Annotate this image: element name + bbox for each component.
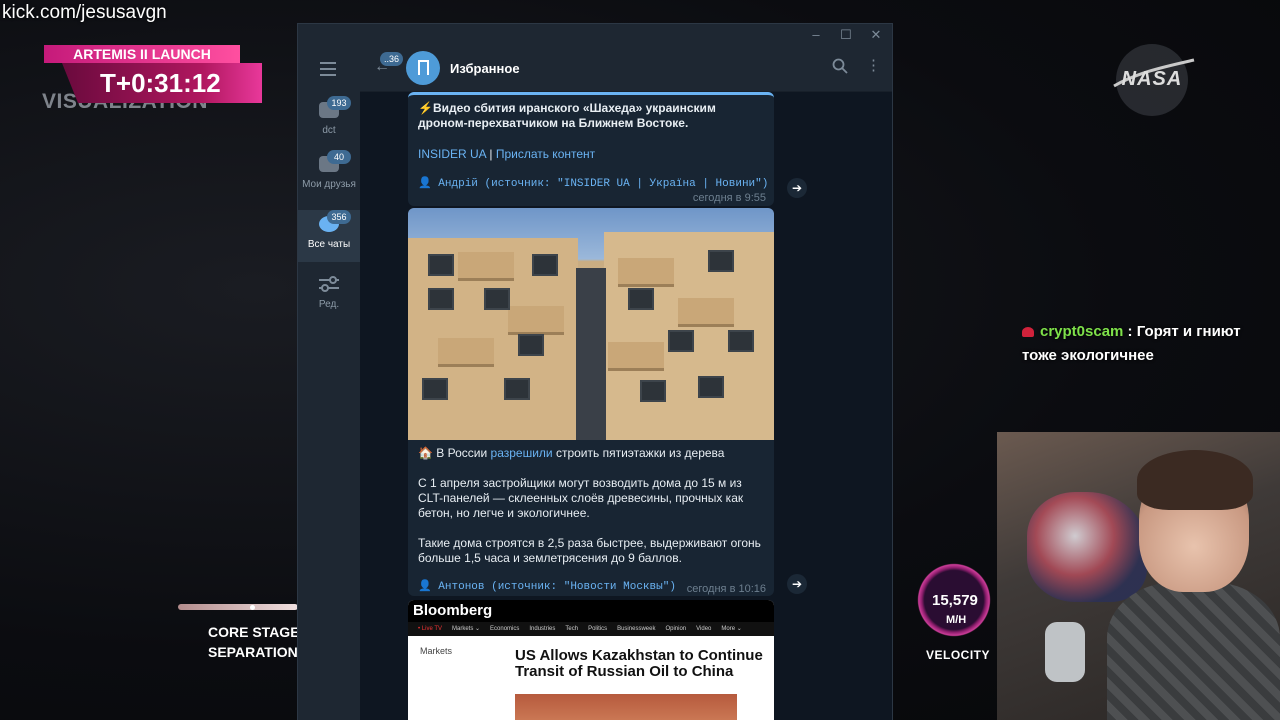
unread-badge: 40 <box>327 150 351 164</box>
insider-ua-link[interactable]: INSIDER UA <box>418 147 486 161</box>
message-paragraph: С 1 апреля застройщики могут возводить д… <box>418 476 744 520</box>
webcam-person-shirt <box>1107 582 1280 720</box>
bookmark-icon <box>418 60 429 75</box>
chat-title[interactable]: Избранное <box>450 61 520 76</box>
bloomberg-nav: • Live TV Markets ⌄ Economics Industries Tec… <box>408 622 774 636</box>
forward-button[interactable]: ➔ <box>787 178 807 198</box>
message-bubble[interactable]: 🏠 В России разрешили строить пятиэтажки … <box>408 208 774 596</box>
folder-all-chats[interactable]: 356 Все чаты <box>298 210 360 262</box>
send-content-link[interactable]: Прислать контент <box>496 147 595 161</box>
maximize-button[interactable]: ☐ <box>838 27 854 43</box>
webcam-flag <box>1027 492 1147 602</box>
folder-dct[interactable]: 193 dct <box>298 96 360 148</box>
link-separator: | <box>486 147 496 161</box>
bloomberg-section: Markets <box>420 646 453 656</box>
unread-badge: 193 <box>327 96 351 110</box>
unread-badge: 356 <box>327 210 351 224</box>
back-unread-badge: ..36 <box>380 52 404 66</box>
velocity-label: VELOCITY <box>926 648 991 662</box>
message-signature: 👤 Андрій (источник: "INSIDER UA | Україн… <box>418 178 769 190</box>
folder-label: dct <box>322 125 336 136</box>
folder-edit[interactable]: Ред. <box>298 270 360 322</box>
webcam-person-hair <box>1137 450 1253 510</box>
folder-sidebar: 193 dct 40 Мои друзья 356 Все чаты Ред. <box>298 46 360 720</box>
stream-url: kick.com/jesusavgn <box>2 2 167 23</box>
telegram-window: – ☐ ✕ 193 dct 40 Мои друзья 356 Все чаты <box>297 23 893 720</box>
photo-building-center <box>576 268 606 440</box>
message-paragraph: Такие дома строятся в 2,5 раза быстрее, … <box>418 536 761 565</box>
close-button[interactable]: ✕ <box>868 27 884 43</box>
minimize-button[interactable]: – <box>808 27 824 43</box>
bloomberg-logo: Bloomberg <box>408 600 774 622</box>
badge-icon <box>1022 327 1034 338</box>
mission-timer: T+0:31:12 <box>62 63 262 103</box>
launch-title: ARTEMIS II LAUNCH <box>44 45 240 63</box>
bloomberg-headline: US Allows Kazakhstan to Continue Transit… <box>515 647 763 680</box>
message-time: сегодня в 9:55 <box>692 192 766 204</box>
saved-messages-avatar[interactable] <box>406 51 440 85</box>
nasa-logo-text: NASA <box>1121 68 1183 90</box>
title-suffix: строить пятиэтажки из дерева <box>552 446 725 460</box>
velocity-value: 15,579 <box>932 592 978 609</box>
sliders-icon <box>319 276 339 292</box>
webcam-microphone <box>1045 622 1085 682</box>
message-title: 🏠 В России разрешили строить пятиэтажки … <box>418 446 764 461</box>
chat-header: ← ..36 Избранное ⋮ <box>360 46 892 92</box>
webcam-feed <box>997 432 1280 720</box>
window-titlebar[interactable]: – ☐ ✕ <box>298 24 892 46</box>
message-photo[interactable] <box>408 208 774 440</box>
chat-message: crypt0scam : Горят и гниют тоже экологич… <box>1022 323 1241 364</box>
velocity-unit: M/H <box>946 614 967 626</box>
message-links: INSIDER UA | Прислать контент <box>418 147 595 162</box>
title-prefix: 🏠 В России <box>418 446 491 460</box>
folder-label: Ред. <box>318 299 340 310</box>
search-icon[interactable] <box>832 58 848 74</box>
allowed-link[interactable]: разрешили <box>491 446 553 460</box>
chat-username: crypt0scam <box>1040 323 1124 340</box>
messages-area[interactable]: ⚡️Видео сбития иранского «Шахеда» украин… <box>360 92 892 720</box>
stream-screen: kick.com/jesusavgn VISUALIZATION ARTEMIS… <box>0 0 1280 720</box>
bloomberg-screenshot[interactable]: Bloomberg • Live TV Markets ⌄ Economics Ind… <box>408 600 774 720</box>
message-bubble[interactable]: ⚡️Видео сбития иранского «Шахеда» украин… <box>408 92 774 206</box>
bloomberg-photo <box>515 694 737 720</box>
stage-event: CORE STAGE SEPARATION <box>208 622 300 662</box>
message-text: ⚡️Видео сбития иранского «Шахеда» украин… <box>418 101 716 130</box>
folder-friends[interactable]: 40 Мои друзья <box>298 150 360 206</box>
message-time: сегодня в 10:16 <box>686 583 766 595</box>
menu-icon[interactable] <box>320 62 338 76</box>
stage-event-line2: SEPARATION <box>208 644 298 660</box>
message-signature: 👤 Антонов (источник: "Новости Москвы") <box>418 581 676 593</box>
more-options-icon[interactable]: ⋮ <box>866 56 881 74</box>
stage-progress-dot <box>250 605 255 610</box>
folder-label: Все чаты <box>307 239 351 250</box>
folder-label: Мои друзья <box>302 179 356 190</box>
stage-progress-bar <box>178 604 298 610</box>
forward-button[interactable]: ➔ <box>787 574 807 594</box>
stage-event-line1: CORE STAGE <box>208 624 300 640</box>
